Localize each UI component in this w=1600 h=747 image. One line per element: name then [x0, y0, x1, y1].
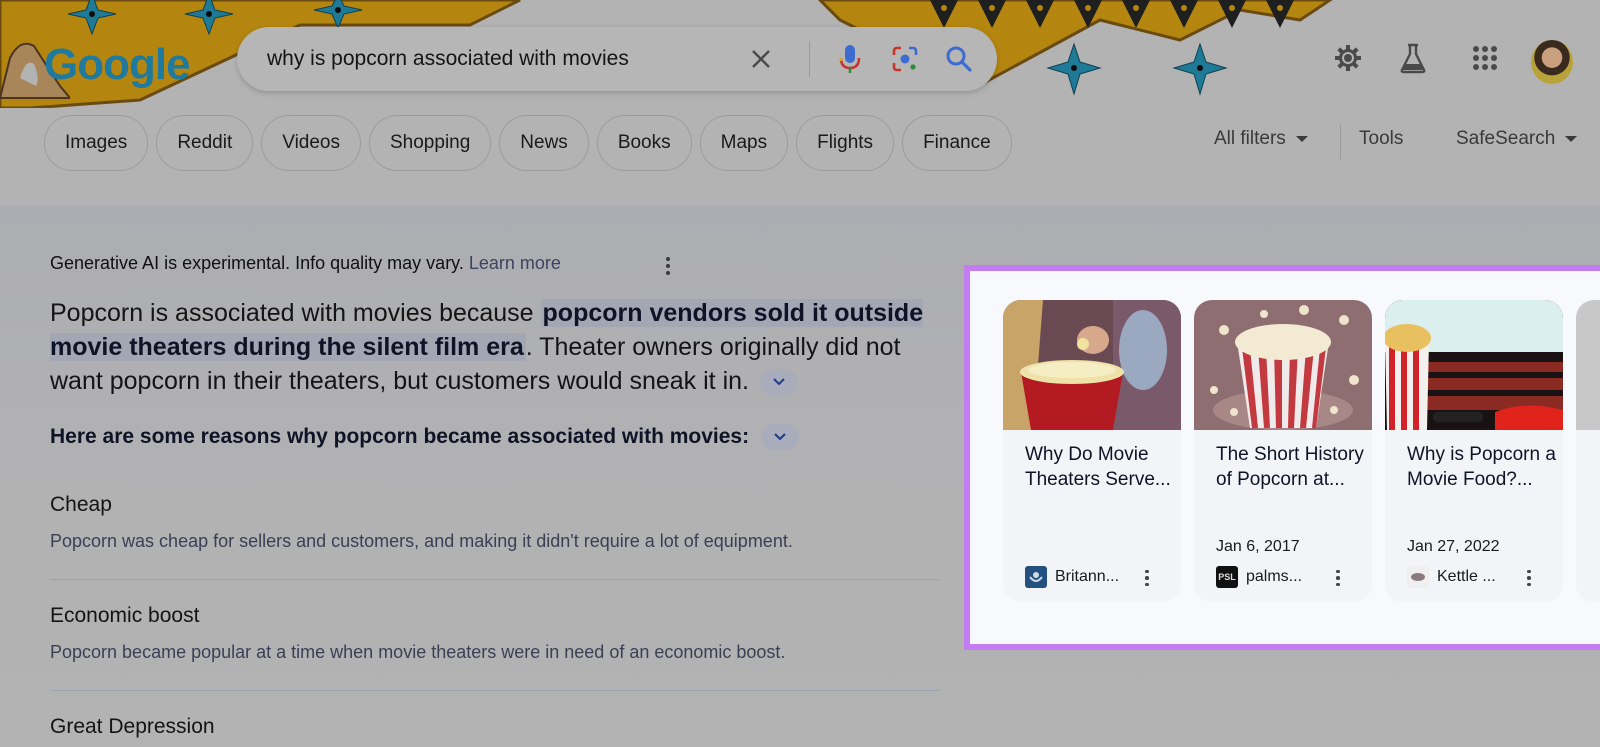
ai-overview-more-button[interactable]: [656, 252, 680, 280]
more-vert-icon: [1527, 569, 1531, 574]
close-icon: [752, 50, 770, 68]
header: Google why is popcorn associated with mo…: [0, 0, 1600, 108]
search-icon: [946, 46, 972, 72]
lens-search-button[interactable]: [887, 41, 923, 77]
all-filters-label: All filters: [1214, 128, 1286, 149]
source-thumbnail: [1385, 300, 1563, 430]
search-type-chips: Images Reddit Videos Shopping News Books…: [44, 115, 1012, 171]
search-box[interactable]: why is popcorn associated with movies: [237, 27, 997, 91]
safesearch-button[interactable]: SafeSearch: [1456, 128, 1578, 150]
reason-divider: [50, 579, 940, 580]
labs-flask-icon: [1400, 43, 1426, 74]
chip-books[interactable]: Books: [596, 115, 692, 171]
ai-sources-carousel: Why Do Movie Theaters Serve... Britann..…: [964, 265, 1600, 650]
source-name: Britann...: [1055, 568, 1120, 585]
source-site: PSL palms...: [1216, 566, 1302, 588]
microphone-icon: [839, 45, 861, 73]
source-card-partial[interactable]: [1576, 300, 1600, 602]
source-name: palms...: [1246, 568, 1303, 585]
chip-flights[interactable]: Flights: [796, 115, 895, 171]
gear-icon: [1335, 45, 1361, 71]
tools-button[interactable]: Tools: [1359, 128, 1403, 150]
reasons-heading: Here are some reasons why popcorn became…: [50, 424, 800, 450]
expand-summary-button[interactable]: [759, 369, 798, 396]
search-input[interactable]: why is popcorn associated with movies: [267, 47, 629, 71]
reason-item: Great Depression: [50, 715, 940, 739]
psl-favicon-icon: PSL: [1216, 566, 1238, 588]
source-title[interactable]: Why Do Movie Theaters Serve...: [1025, 442, 1175, 492]
source-more-button[interactable]: [1519, 568, 1539, 588]
chip-videos[interactable]: Videos: [261, 115, 361, 171]
source-more-button[interactable]: [1328, 568, 1348, 588]
search-submit-button[interactable]: [941, 41, 977, 77]
chip-images[interactable]: Images: [44, 115, 149, 171]
tools-label: Tools: [1359, 128, 1404, 149]
reason-text: Popcorn became popular at a time when mo…: [50, 642, 786, 662]
reason-title: Cheap: [50, 493, 112, 516]
google-apps-button[interactable]: [1467, 40, 1503, 76]
more-vert-icon: [666, 257, 670, 261]
ai-summary: Popcorn is associated with movies becaus…: [50, 296, 945, 398]
clear-search-button[interactable]: [745, 43, 777, 75]
source-name: Kettle ...: [1437, 568, 1496, 585]
source-thumbnail: [1194, 300, 1372, 430]
avatar[interactable]: [1531, 40, 1573, 84]
more-vert-icon: [1336, 569, 1340, 574]
google-lens-icon: [892, 46, 918, 72]
source-date: Jan 27, 2022: [1407, 538, 1500, 555]
reason-title: Economic boost: [50, 604, 200, 627]
search-labs-button[interactable]: [1395, 40, 1431, 76]
caret-down-icon: [1565, 136, 1578, 142]
safesearch-label: SafeSearch: [1456, 128, 1556, 149]
reason-text: Popcorn was cheap for sellers and custom…: [50, 531, 793, 551]
source-title[interactable]: Why is Popcorn a Movie Food?...: [1407, 442, 1557, 492]
summary-prefix: Popcorn is associated with movies becaus…: [50, 299, 541, 327]
source-thumbnail: [1003, 300, 1181, 430]
chevron-down-icon: [773, 378, 785, 386]
logo-text: Google: [44, 40, 191, 89]
source-date: Jan 6, 2017: [1216, 538, 1300, 555]
chevron-down-icon: [774, 433, 786, 441]
source-more-button[interactable]: [1137, 568, 1157, 588]
all-filters-button[interactable]: All filters: [1214, 128, 1308, 150]
expand-reasons-button[interactable]: [761, 424, 800, 450]
source-card[interactable]: Why is Popcorn a Movie Food?... Jan 27, …: [1385, 300, 1563, 602]
reason-divider: [50, 690, 940, 691]
source-thumbnail: [1576, 300, 1600, 430]
kettle-favicon-icon: [1407, 566, 1429, 588]
ai-disclaimer-text: Generative AI is experimental. Info qual…: [50, 253, 464, 273]
caret-down-icon: [1295, 136, 1308, 142]
chip-reddit[interactable]: Reddit: [156, 115, 254, 171]
source-site: Kettle ...: [1407, 566, 1496, 588]
apps-grid-icon: [1473, 46, 1497, 70]
reason-title: Great Depression: [50, 715, 215, 738]
chip-finance[interactable]: Finance: [902, 115, 1012, 171]
ai-disclaimer: Generative AI is experimental. Info qual…: [50, 253, 561, 274]
source-card[interactable]: The Short History of Popcorn at... Jan 6…: [1194, 300, 1372, 602]
more-vert-icon: [1145, 569, 1149, 574]
learn-more-link[interactable]: Learn more: [469, 253, 561, 273]
chip-shopping[interactable]: Shopping: [369, 115, 492, 171]
reason-item: Cheap Popcorn was cheap for sellers and …: [50, 493, 940, 552]
search-divider: [809, 41, 810, 77]
reasons-heading-text: Here are some reasons why popcorn became…: [50, 425, 750, 448]
source-title[interactable]: The Short History of Popcorn at...: [1216, 442, 1366, 492]
settings-button[interactable]: [1330, 40, 1366, 76]
filters-divider: [1340, 125, 1341, 159]
voice-search-button[interactable]: [832, 41, 868, 77]
source-site: Britann...: [1025, 566, 1119, 588]
britannica-favicon-icon: [1025, 566, 1047, 588]
source-card[interactable]: Why Do Movie Theaters Serve... Britann..…: [1003, 300, 1181, 602]
reason-item: Economic boost Popcorn became popular at…: [50, 604, 940, 663]
chip-maps[interactable]: Maps: [699, 115, 789, 171]
chip-news[interactable]: News: [499, 115, 589, 171]
google-doodle-logo[interactable]: Google: [0, 38, 191, 102]
